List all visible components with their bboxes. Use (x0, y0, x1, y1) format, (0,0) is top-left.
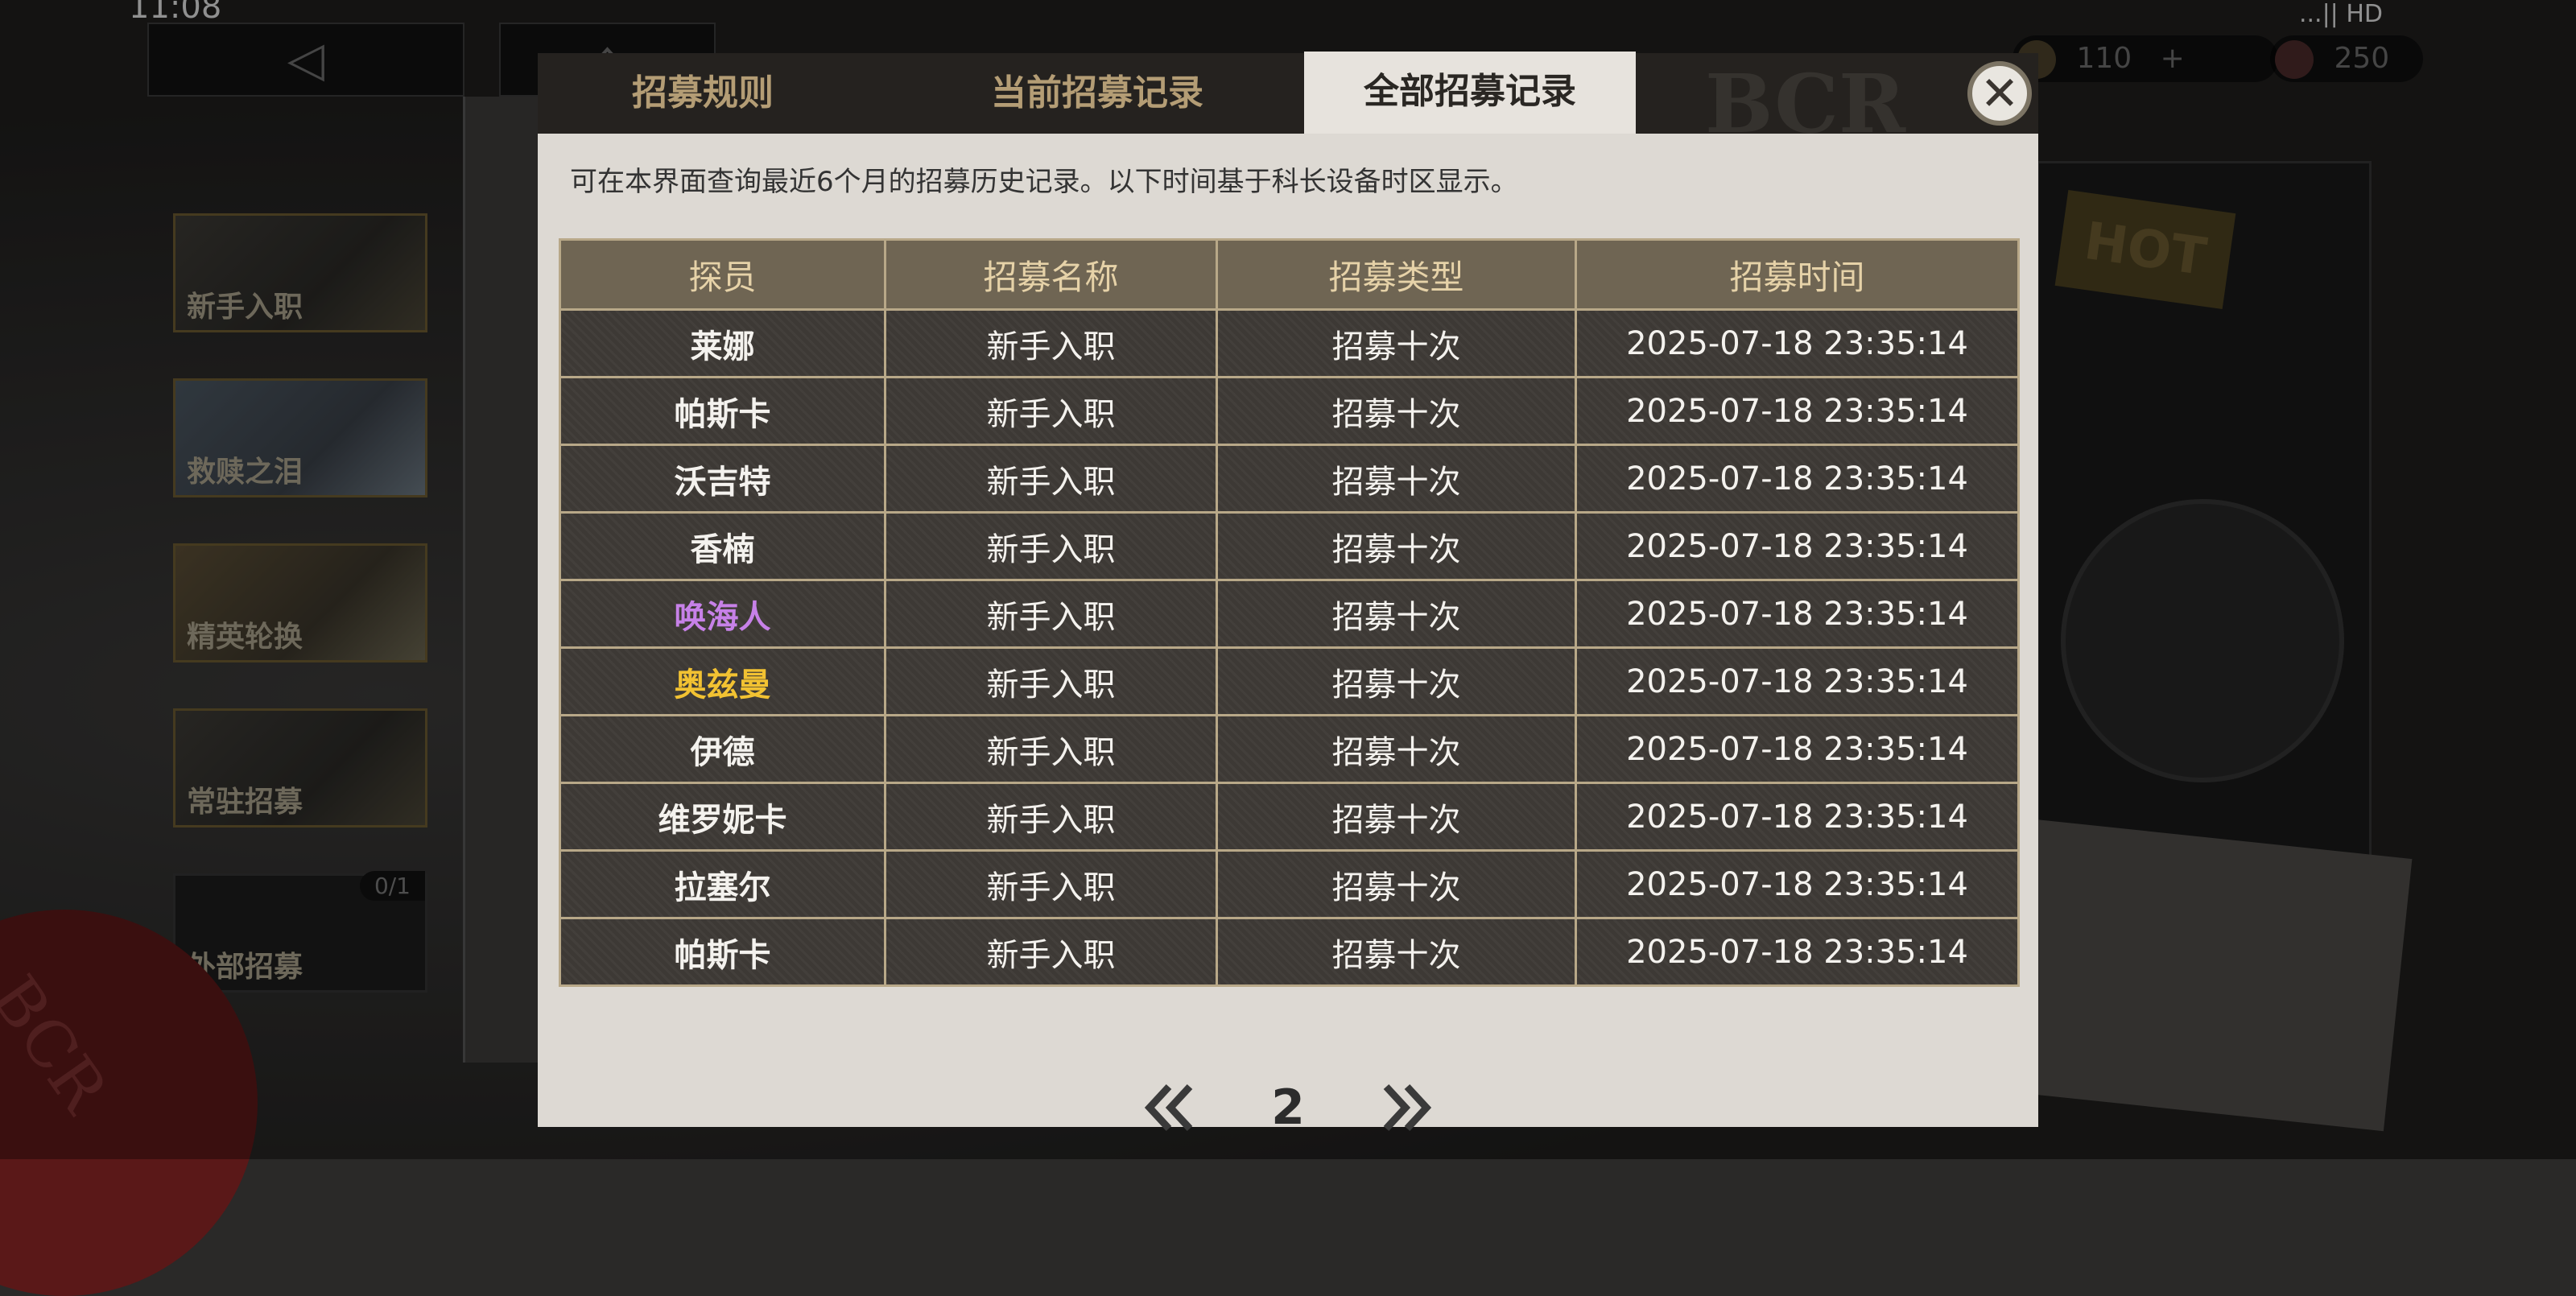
recruit-name-cell: 新手入职 (884, 444, 1218, 514)
recruit-type-cell: 招募十次 (1216, 579, 1577, 649)
agent-name-cell: 香楠 (559, 511, 886, 581)
agent-name-cell: 拉塞尔 (559, 849, 886, 919)
recruit-name-cell: 新手入职 (884, 308, 1218, 378)
recruit-type-cell: 招募十次 (1216, 444, 1577, 514)
recruit-name-cell: 新手入职 (884, 917, 1218, 987)
recruit-time-cell: 2025-07-18 23:35:14 (1575, 376, 2020, 446)
agent-name-cell: 伊德 (559, 714, 886, 784)
table-row: 帕斯卡 新手入职 招募十次 2025-07-18 23:35:14 (559, 376, 2020, 446)
tab-bar: 招募规则 当前招募记录 全部招募记录 BCR ✕ (538, 52, 2038, 151)
notice-text: 可在本界面查询最近6个月的招募历史记录。以下时间基于科长设备时区显示。 (570, 166, 1518, 198)
close-button[interactable]: ✕ (1967, 61, 2032, 126)
agent-name-cell: 沃吉特 (559, 444, 886, 514)
recruit-time-cell: 2025-07-18 23:35:14 (1575, 444, 2020, 514)
column-header-type: 招募类型 (1216, 238, 1577, 311)
prev-page-button[interactable] (1133, 1075, 1206, 1140)
agent-name-cell: 莱娜 (559, 308, 886, 378)
recruit-time-cell: 2025-07-18 23:35:14 (1575, 714, 2020, 784)
recruit-time-cell: 2025-07-18 23:35:14 (1575, 782, 2020, 852)
table-row: 唤海人 新手入职 招募十次 2025-07-18 23:35:14 (559, 579, 2020, 649)
pagination: 2 (538, 1075, 2038, 1140)
recruit-time-cell: 2025-07-18 23:35:14 (1575, 511, 2020, 581)
chevron-double-left-icon (1144, 1083, 1193, 1132)
recruit-time-cell: 2025-07-18 23:35:14 (1575, 849, 2020, 919)
recruit-name-cell: 新手入职 (884, 714, 1218, 784)
recruit-name-cell: 新手入职 (884, 511, 1218, 581)
tab-recruit-rules[interactable]: 招募规则 (594, 53, 811, 134)
table-row: 沃吉特 新手入职 招募十次 2025-07-18 23:35:14 (559, 444, 2020, 514)
recruit-type-cell: 招募十次 (1216, 849, 1577, 919)
agent-name-cell: 帕斯卡 (559, 917, 886, 987)
column-header-time: 招募时间 (1575, 238, 2020, 311)
next-page-button[interactable] (1370, 1075, 1443, 1140)
chevron-double-right-icon (1383, 1083, 1432, 1132)
recruit-time-cell: 2025-07-18 23:35:14 (1575, 917, 2020, 987)
recruit-name-cell: 新手入职 (884, 646, 1218, 716)
recruit-type-cell: 招募十次 (1216, 511, 1577, 581)
recruit-name-cell: 新手入职 (884, 376, 1218, 446)
page-number: 2 (1271, 1079, 1305, 1136)
table-row: 香楠 新手入职 招募十次 2025-07-18 23:35:14 (559, 511, 2020, 581)
records-panel: 可在本界面查询最近6个月的招募历史记录。以下时间基于科长设备时区显示。 探员 招… (538, 134, 2038, 1136)
agent-name-cell: 唤海人 (559, 579, 886, 649)
close-icon: ✕ (1979, 66, 2020, 121)
recruit-name-cell: 新手入职 (884, 849, 1218, 919)
recruit-name-cell: 新手入职 (884, 579, 1218, 649)
agent-name-cell: 帕斯卡 (559, 376, 886, 446)
table-header-row: 探员 招募名称 招募类型 招募时间 (559, 238, 2020, 311)
table-row: 奥兹曼 新手入职 招募十次 2025-07-18 23:35:14 (559, 646, 2020, 716)
recruit-type-cell: 招募十次 (1216, 308, 1577, 378)
table-row: 维罗妮卡 新手入职 招募十次 2025-07-18 23:35:14 (559, 782, 2020, 852)
recruit-time-cell: 2025-07-18 23:35:14 (1575, 646, 2020, 716)
column-header-name: 招募名称 (884, 238, 1218, 311)
recruit-type-cell: 招募十次 (1216, 917, 1577, 987)
table-row: 帕斯卡 新手入职 招募十次 2025-07-18 23:35:14 (559, 917, 2020, 987)
agent-name-cell: 奥兹曼 (559, 646, 886, 716)
recruit-type-cell: 招募十次 (1216, 714, 1577, 784)
recruit-type-cell: 招募十次 (1216, 376, 1577, 446)
recruit-name-cell: 新手入职 (884, 782, 1218, 852)
recruit-type-cell: 招募十次 (1216, 782, 1577, 852)
records-table: 探员 招募名称 招募类型 招募时间 莱娜 新手入职 招募十次 2025-07-18 2… (559, 238, 2020, 987)
column-header-agent: 探员 (559, 238, 886, 311)
tab-current-records[interactable]: 当前招募记录 (940, 53, 1254, 134)
recruit-time-cell: 2025-07-18 23:35:14 (1575, 308, 2020, 378)
agent-name-cell: 维罗妮卡 (559, 782, 886, 852)
table-row: 拉塞尔 新手入职 招募十次 2025-07-18 23:35:14 (559, 849, 2020, 919)
tab-all-records[interactable]: 全部招募记录 (1304, 52, 1636, 135)
table-row: 莱娜 新手入职 招募十次 2025-07-18 23:35:14 (559, 308, 2020, 378)
recruit-history-modal: 招募规则 当前招募记录 全部招募记录 BCR ✕ 可在本界面查询最近6个月的招募… (538, 52, 2038, 1136)
recruit-time-cell: 2025-07-18 23:35:14 (1575, 579, 2020, 649)
recruit-type-cell: 招募十次 (1216, 646, 1577, 716)
table-row: 伊德 新手入职 招募十次 2025-07-18 23:35:14 (559, 714, 2020, 784)
